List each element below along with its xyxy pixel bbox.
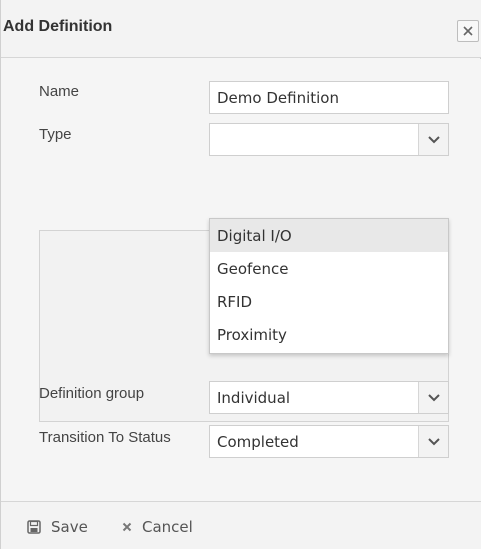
save-label: Save (51, 518, 88, 536)
save-button[interactable]: Save (27, 516, 88, 538)
dialog-footer: Save Cancel (1, 501, 481, 549)
dialog-titlebar: Add Definition (1, 0, 481, 58)
type-select[interactable] (209, 123, 449, 156)
transition-to-status-select[interactable]: Completed (209, 425, 449, 458)
dialog-title: Add Definition (3, 18, 113, 35)
type-option-rfid[interactable]: RFID (210, 285, 448, 318)
type-option-geofence[interactable]: Geofence (210, 252, 448, 285)
dialog-body: Name Demo Definition Type Digital I/O Ge… (1, 59, 481, 501)
cancel-icon (122, 522, 132, 532)
type-label: Type (39, 126, 72, 143)
definition-group-value: Individual (217, 388, 291, 407)
type-dropdown-list: Digital I/O Geofence RFID Proximity (209, 218, 449, 354)
type-option-proximity[interactable]: Proximity (210, 318, 448, 351)
transition-to-status-label: Transition To Status (39, 429, 171, 446)
chevron-down-icon[interactable] (418, 124, 448, 155)
chevron-down-icon[interactable] (418, 382, 448, 413)
add-definition-dialog: Add Definition Name Demo Definition Type… (0, 0, 481, 549)
definition-group-label: Definition group (39, 385, 145, 402)
cancel-label: Cancel (142, 518, 193, 536)
close-icon (462, 25, 474, 37)
chevron-down-icon[interactable] (418, 426, 448, 457)
close-button[interactable] (457, 20, 479, 42)
definition-group-select[interactable]: Individual (209, 381, 449, 414)
type-option-digital-io[interactable]: Digital I/O (210, 219, 448, 252)
cancel-button[interactable]: Cancel (122, 516, 193, 538)
transition-to-status-value: Completed (217, 432, 299, 451)
save-icon (27, 520, 41, 534)
name-input[interactable]: Demo Definition (209, 81, 449, 114)
name-label: Name (39, 83, 80, 100)
